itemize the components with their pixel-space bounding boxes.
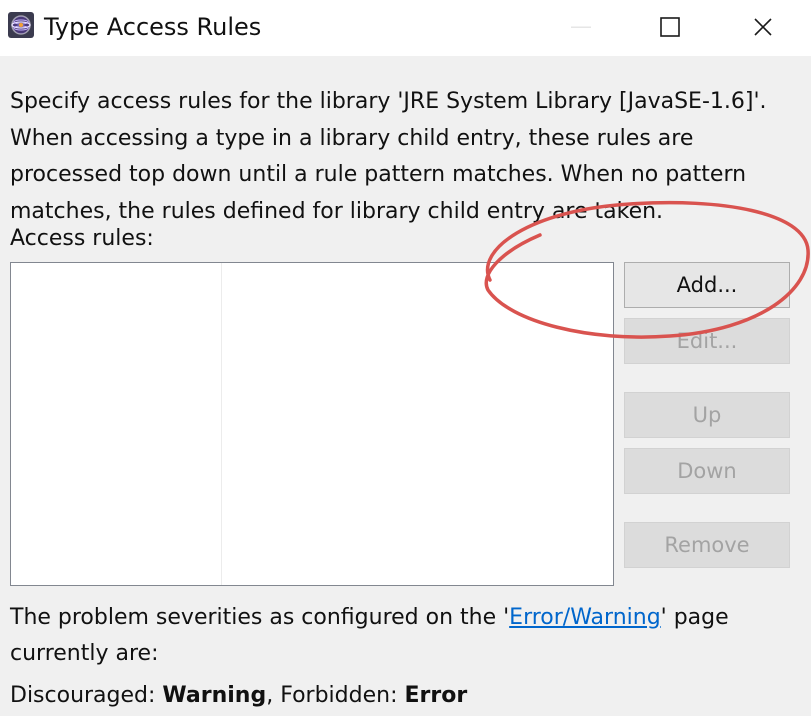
description-text: Specify access rules for the library 'JR…	[10, 84, 806, 230]
forbidden-value: Error	[404, 683, 468, 708]
severity-description: The problem severities as configured on …	[10, 600, 806, 672]
access-rules-label: Access rules:	[10, 226, 154, 251]
discouraged-value: Warning	[162, 683, 267, 708]
maximize-icon	[660, 17, 680, 37]
error-warning-link[interactable]: Error/Warning	[509, 605, 661, 630]
add-button[interactable]: Add...	[624, 262, 790, 308]
close-button[interactable]	[740, 8, 786, 46]
description-line: Specify access rules for the library 'JR…	[10, 89, 767, 114]
up-button[interactable]: Up	[624, 392, 790, 438]
remove-button[interactable]: Remove	[624, 522, 790, 568]
eclipse-icon	[8, 12, 34, 38]
down-button[interactable]: Down	[624, 448, 790, 494]
severity-text-before-link: The problem severities as configured on …	[10, 605, 510, 630]
discouraged-label: Discouraged:	[10, 683, 163, 708]
severity-line-1: The problem severities as configured on …	[10, 600, 806, 636]
table-column-divider	[221, 263, 222, 585]
title-bar: Type Access Rules	[0, 0, 811, 56]
forbidden-label: , Forbidden:	[266, 683, 405, 708]
minimize-icon	[571, 26, 591, 28]
minimize-button[interactable]	[558, 8, 604, 46]
description-line: When accessing a type in a library child…	[10, 125, 694, 151]
close-icon	[754, 18, 772, 36]
severity-summary: Discouraged: Warning, Forbidden: Error	[10, 679, 467, 713]
severity-text-after-link: ' page	[660, 605, 729, 630]
description-line: processed top down until a rule pattern …	[10, 162, 747, 187]
edit-button[interactable]: Edit...	[624, 318, 790, 364]
window-title: Type Access Rules	[44, 13, 262, 41]
maximize-button[interactable]	[647, 8, 693, 46]
access-rules-table[interactable]	[10, 262, 614, 586]
severity-line-2: currently are:	[10, 641, 159, 666]
